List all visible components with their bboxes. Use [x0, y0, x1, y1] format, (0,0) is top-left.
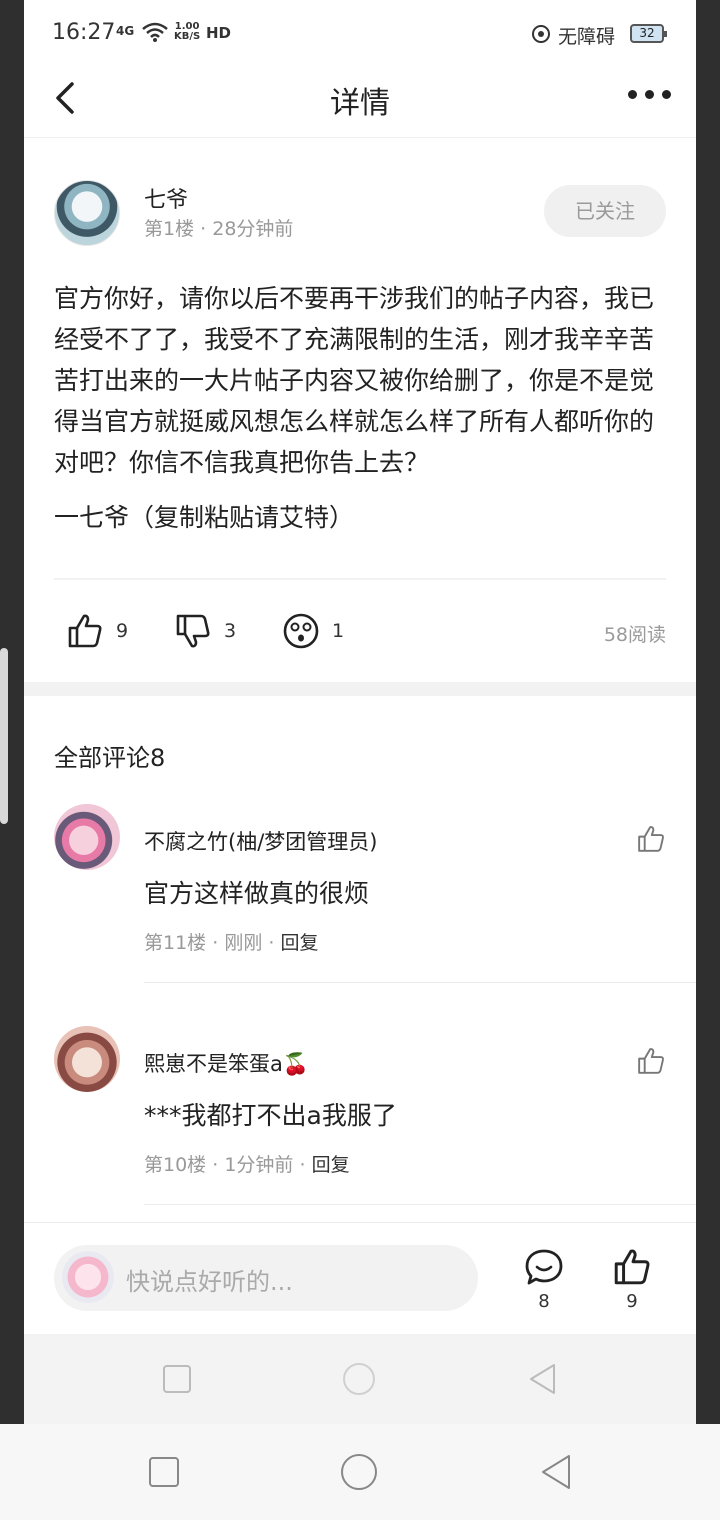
author-name[interactable]: 七爷 [144, 182, 188, 214]
meta-separator: · [268, 932, 281, 954]
side-handle[interactable] [0, 648, 8, 824]
comment-time: 刚刚 [224, 932, 263, 954]
surprised-face-icon [283, 613, 319, 649]
divider [144, 1204, 696, 1205]
signal-indicator: 4G [116, 24, 135, 38]
battery-indicator: 32 [630, 24, 667, 43]
author-avatar[interactable] [54, 180, 120, 246]
network-speed: 1.00 KB/S [174, 22, 200, 42]
read-count: 58阅读 [603, 624, 666, 646]
comment-item: 不腐之竹(柚/梦团管理员) 官方这样做真的很烦 第11楼 · 刚刚 · 回复 [24, 804, 696, 1024]
meta-separator: · [212, 932, 225, 954]
thumbs-up-icon[interactable] [636, 1046, 666, 1076]
status-bar: 16:27 4G 1.00 KB/S HD 无障碍 32 [24, 0, 696, 66]
dislike-count: 3 [224, 620, 237, 642]
comment-meta: 第11楼 · 刚刚 · 回复 [144, 928, 319, 955]
recent-apps-icon[interactable] [162, 1364, 192, 1394]
commenter-avatar[interactable] [54, 1026, 120, 1092]
system-navigation-bar [0, 1424, 720, 1520]
divider [54, 578, 666, 580]
post-signature: 一七爷（复制粘贴请艾特） [54, 503, 355, 532]
section-gap [24, 682, 696, 696]
reaction-count: 1 [332, 620, 345, 642]
reply-link[interactable]: 回复 [312, 1154, 350, 1176]
user-avatar [62, 1251, 114, 1303]
back-triangle-icon[interactable] [526, 1362, 560, 1396]
comment-input-placeholder: 快说点好听的... [126, 1268, 293, 1296]
comments-title: 全部评论8 [54, 744, 166, 772]
speech-bubble-icon[interactable] [524, 1247, 564, 1287]
recent-apps-icon[interactable] [148, 1456, 180, 1488]
hd-indicator: HD [206, 24, 232, 42]
post-floor: 第1楼 [144, 218, 195, 240]
post-meta: 第1楼 · 28分钟前 [144, 214, 293, 241]
meta-separator: · [299, 1154, 312, 1176]
reply-link[interactable]: 回复 [280, 932, 318, 954]
thumbs-up-icon[interactable] [636, 824, 666, 854]
post-time: 28分钟前 [212, 218, 294, 240]
inner-navigation-bar [24, 1334, 696, 1424]
status-time: 16:27 [52, 20, 116, 45]
comment-input-bar: 快说点好听的... 8 9 [24, 1222, 696, 1334]
accessibility-icon [532, 25, 550, 43]
thumbs-up-icon [68, 614, 102, 648]
back-triangle-icon[interactable] [538, 1453, 574, 1491]
page-title: 详情 [330, 86, 390, 121]
home-icon[interactable] [340, 1453, 378, 1491]
comment-time: 1分钟前 [224, 1154, 294, 1176]
top-bar: 详情 [24, 66, 696, 138]
comment-floor: 第11楼 [144, 932, 207, 954]
more-dots-icon[interactable] [628, 90, 672, 102]
post-body: 官方你好，请你以后不要再干涉我们的帖子内容，我已经受不了了，我受不了充满限制的生… [54, 284, 655, 477]
comment-floor: 第10楼 [144, 1154, 207, 1176]
comment-item: 熙崽不是笨蛋a🍒 ***我都打不出a我服了 第10楼 · 1分钟前 · 回复 [24, 1026, 696, 1246]
meta-separator: · [212, 1154, 225, 1176]
like-count: 9 [116, 620, 129, 642]
comment-text: 官方这样做真的很烦 [144, 879, 370, 908]
wifi-icon [142, 22, 168, 42]
speed-unit: KB/S [174, 31, 201, 42]
thumbs-down-icon [176, 614, 210, 648]
comment-count: 8 [538, 1291, 550, 1312]
thumbs-up-icon[interactable] [612, 1247, 652, 1287]
dislike-action[interactable]: 3 [174, 612, 244, 652]
reaction-action[interactable]: 1 [282, 612, 352, 652]
comment-text: ***我都打不出a我服了 [144, 1101, 397, 1130]
follow-button[interactable]: 已关注 [544, 185, 666, 237]
reaction-bar: 9 3 1 58阅读 [24, 600, 696, 664]
phone-screen: 16:27 4G 1.00 KB/S HD 无障碍 32 详情 七爷 第1楼 ·… [24, 0, 696, 1424]
accessibility-label: 无障碍 [558, 26, 616, 48]
like-total-count: 9 [626, 1291, 638, 1312]
comment-meta: 第10楼 · 1分钟前 · 回复 [144, 1150, 350, 1177]
commenter-avatar[interactable] [54, 804, 120, 870]
commenter-name[interactable]: 熙崽不是笨蛋a🍒 [144, 1048, 309, 1078]
like-action[interactable]: 9 [66, 612, 136, 652]
divider [144, 982, 696, 983]
comment-input[interactable]: 快说点好听的... [54, 1245, 478, 1311]
meta-separator: · [200, 218, 213, 240]
home-icon[interactable] [342, 1362, 376, 1396]
commenter-name[interactable]: 不腐之竹(柚/梦团管理员) [144, 826, 377, 856]
